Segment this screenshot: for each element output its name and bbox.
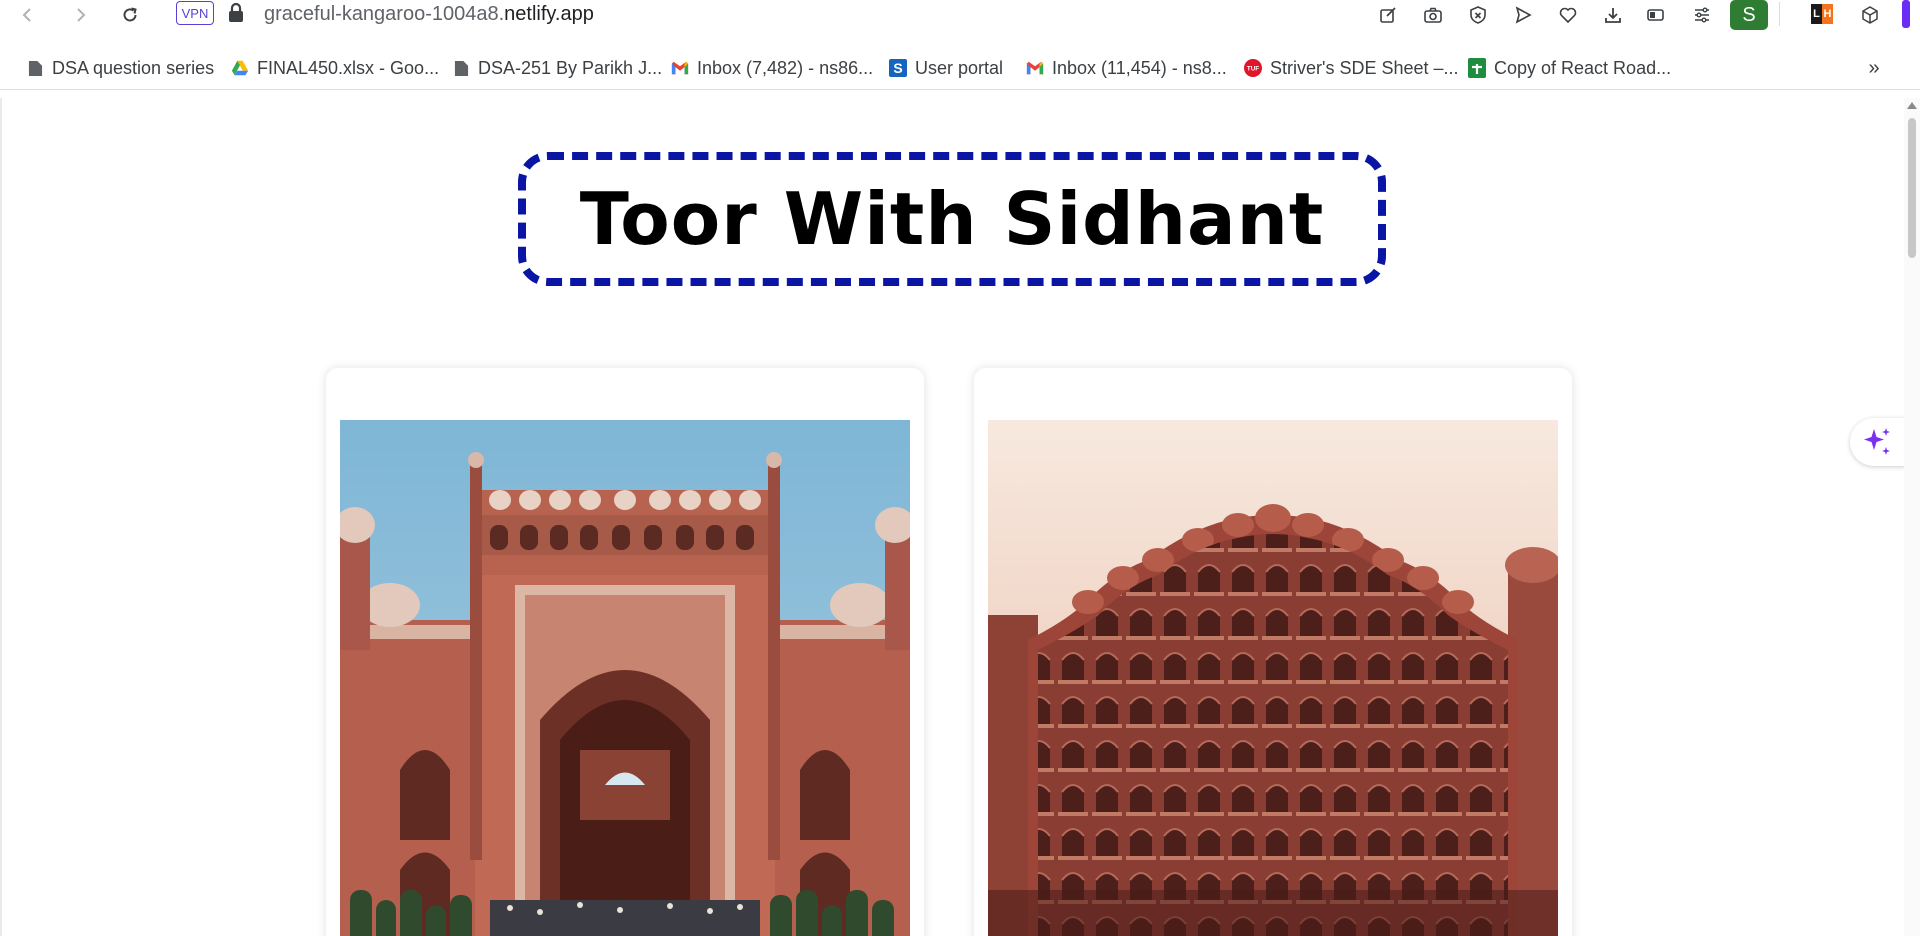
scroll-up-icon[interactable] [1907,102,1917,109]
bookmark-label: DSA question series [52,57,215,78]
bookmark-item[interactable]: DSA-251 By Parikh J... [452,56,662,80]
browser-toolbar: VPN graceful-kangaroo-1004a8.netlify.app… [0,0,1920,32]
gmail-icon [1026,59,1044,77]
sidebar-toggle[interactable] [1902,0,1910,28]
bookmark-item[interactable]: DSA question series [26,56,214,80]
ext-letter: H [1822,4,1833,24]
destination-photo [988,420,1558,936]
gmail-icon [671,59,689,77]
destination-photo [340,420,910,936]
bookmark-label: Copy of React Road... [1494,57,1672,78]
svg-text:TUF: TUF [1247,66,1259,73]
scrollbar[interactable] [1904,98,1920,936]
ai-assistant-button[interactable] [1850,418,1906,466]
bookmark-item[interactable]: Inbox (7,482) - ns86... [671,56,873,80]
heart-icon[interactable] [1555,2,1581,28]
bookmark-label: User portal [915,57,1004,78]
menu-icon[interactable] [1689,2,1715,28]
toolbar-divider [1779,2,1780,26]
send-icon[interactable] [1510,2,1536,28]
back-icon[interactable] [14,2,40,28]
file-icon [452,59,470,77]
bookmark-label: DSA-251 By Parikh J... [478,57,663,78]
camera-icon[interactable] [1420,2,1446,28]
bookmark-label: FINAL450.xlsx - Goo... [257,57,440,78]
bookmarks-bar: DSA question series FINAL450.xlsx - Goo.… [0,48,1920,90]
bookmark-item[interactable]: Inbox (11,454) - ns8... [1026,56,1227,80]
sheets-icon [1468,58,1486,78]
bookmark-item[interactable]: FINAL450.xlsx - Goo... [231,56,439,80]
url-subdomain: graceful-kangaroo-1004a8. [264,3,505,25]
cube-icon[interactable] [1857,2,1883,28]
adblock-icon[interactable] [1465,2,1491,28]
bookmark-label: Inbox (11,454) - ns8... [1052,57,1227,78]
drive-icon [231,59,249,77]
reload-icon[interactable] [117,2,143,28]
bookmark-item[interactable]: S User portal [889,56,1003,80]
s-icon: S [889,59,907,77]
edit-icon[interactable] [1375,2,1401,28]
page-viewport: Toor With Sidhant [0,98,1920,936]
scrollbar-thumb[interactable] [1908,118,1916,258]
bookmark-item[interactable]: TUF Striver's SDE Sheet –... [1244,56,1459,80]
ext-letter: L [1811,4,1822,24]
download-icon[interactable] [1600,2,1626,28]
svg-text:S: S [893,60,902,76]
address-bar[interactable]: graceful-kangaroo-1004a8.netlify.app [264,1,594,27]
title-box: Toor With Sidhant [518,152,1386,286]
bookmark-label: Inbox (7,482) - ns86... [697,57,874,78]
battery-icon[interactable] [1643,2,1669,28]
page-title: Toor With Sidhant [579,177,1325,261]
bookmark-label: Striver's SDE Sheet –... [1270,57,1459,78]
profile-avatar[interactable]: S [1730,0,1768,30]
forward-icon[interactable] [68,2,94,28]
tuf-icon: TUF [1244,59,1262,77]
bookmark-item[interactable]: Copy of React Road... [1468,56,1671,80]
destination-card[interactable] [326,368,924,936]
more-bookmarks-icon[interactable]: » [1862,56,1886,80]
file-icon [26,59,44,77]
sparkle-icon [1864,428,1890,455]
vpn-badge[interactable]: VPN [176,1,214,25]
destination-card[interactable] [974,368,1572,936]
lighthouse-extension-icon[interactable]: L H [1811,4,1833,24]
lock-icon[interactable] [226,2,246,24]
url-host: netlify.app [504,3,594,25]
